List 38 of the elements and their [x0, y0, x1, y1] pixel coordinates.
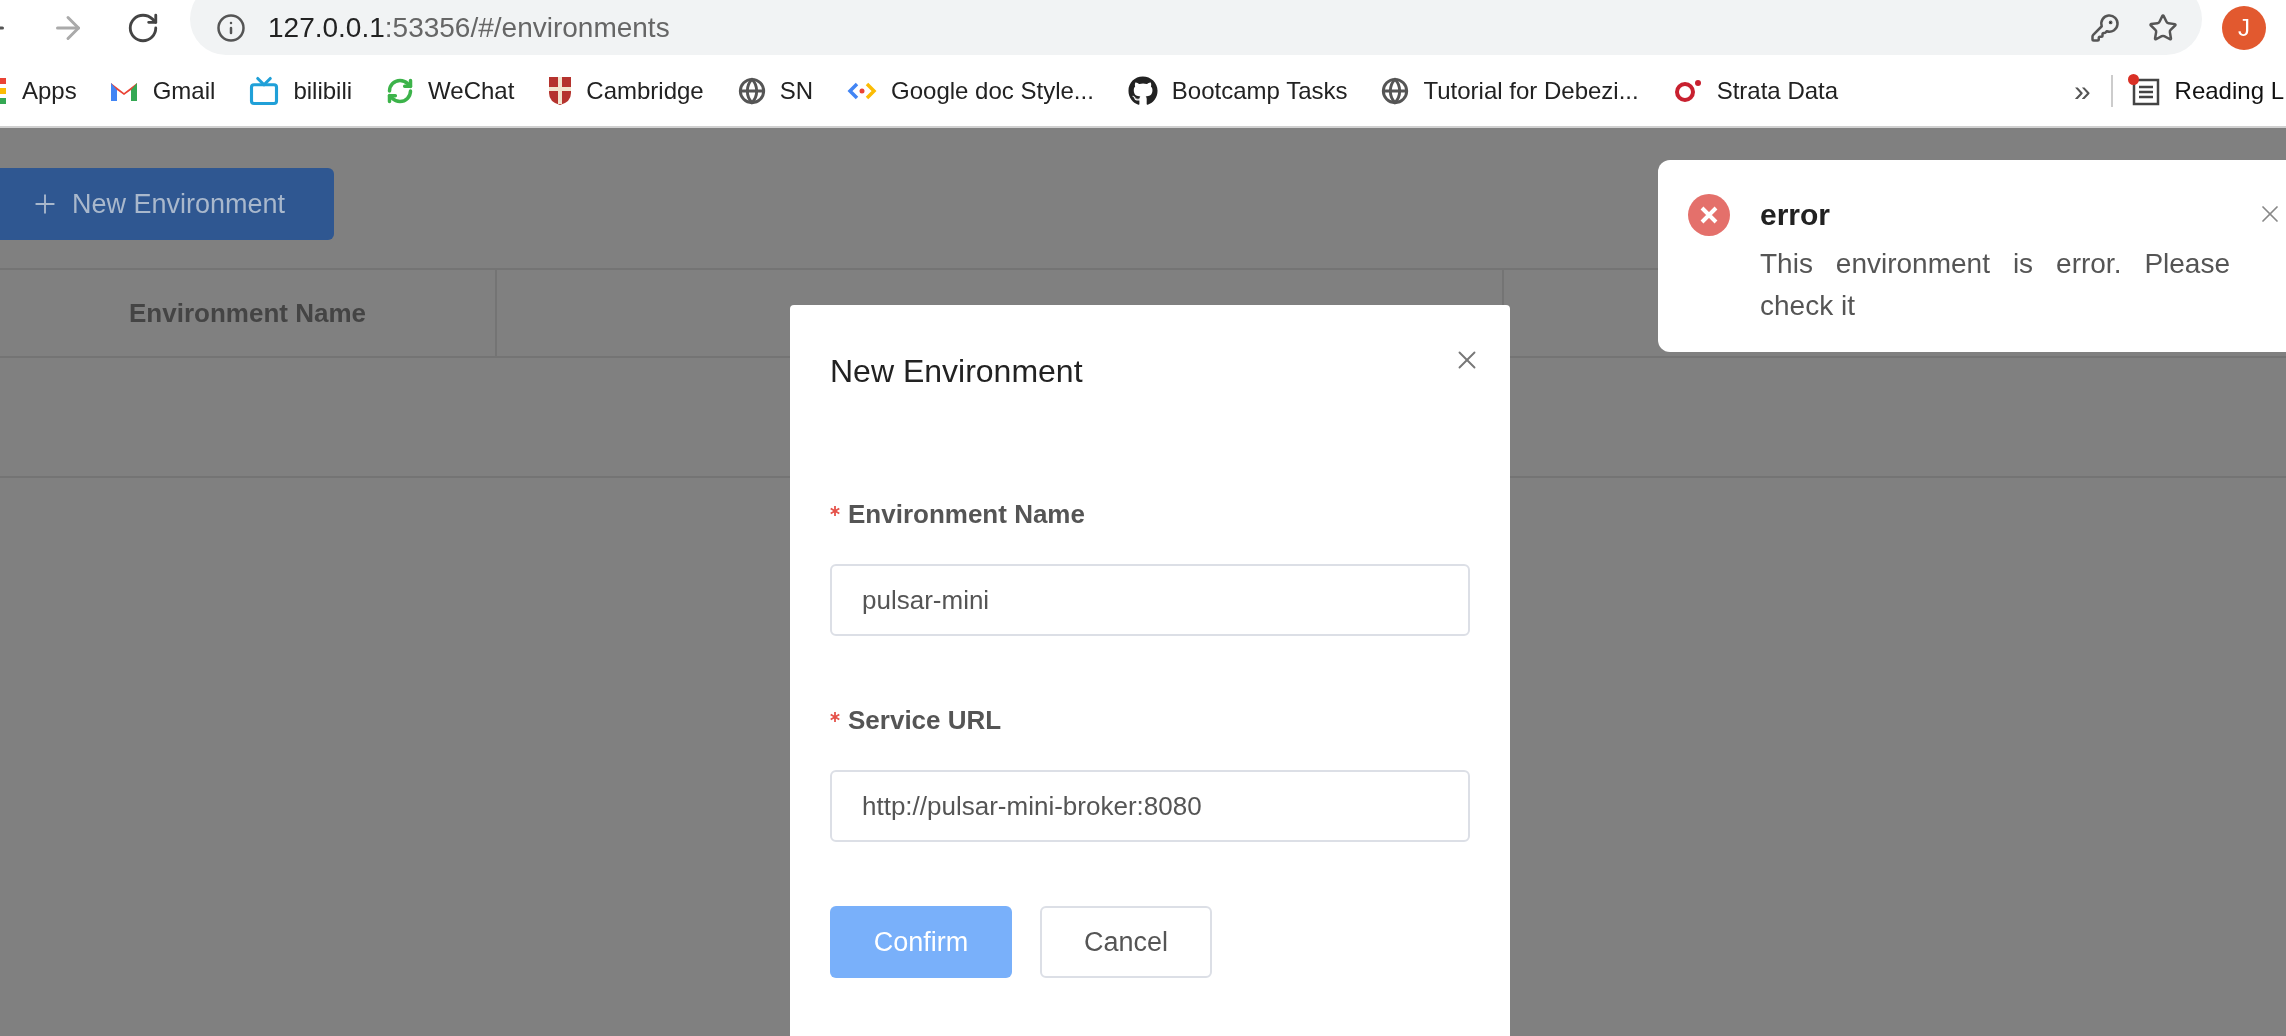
grid-icon [0, 77, 8, 104]
profile-avatar[interactable]: J [2222, 5, 2266, 50]
arrows-icon [386, 76, 415, 105]
globe-icon [1381, 76, 1410, 105]
key-icon[interactable] [2090, 12, 2120, 43]
field-label: Service URL [848, 704, 1002, 737]
field-label: Environment Name [848, 498, 1085, 531]
url-text: 127.0.0.1:53356/#/environments [268, 10, 670, 45]
info-icon[interactable] [216, 12, 246, 43]
bookmarks-overflow[interactable]: » [2073, 68, 2091, 113]
text-input[interactable]: pulsar-mini [830, 564, 1470, 636]
bookmark-link[interactable]: Strata Data [1716, 72, 1839, 109]
shield-icon [548, 75, 573, 106]
globe-icon [737, 76, 766, 105]
tv-icon [249, 75, 280, 106]
code-icon [847, 80, 878, 101]
modal-title: New Environment [830, 352, 1083, 391]
bookmark-link[interactable]: Tutorial for Debezi... [1423, 72, 1639, 109]
star-icon[interactable] [2148, 12, 2178, 43]
reading-list-label[interactable]: Reading L [2174, 72, 2284, 109]
cancel-button[interactable]: Cancel [1040, 906, 1212, 978]
cat-silhouette-icon [1127, 75, 1158, 106]
bookmark-link[interactable]: Gmail [152, 72, 216, 109]
notification-title: error [1760, 197, 1832, 233]
new-environment-button[interactable]: New Environment [0, 168, 334, 240]
address-bar[interactable]: 127.0.0.1:53356/#/environments [190, 0, 2202, 55]
bookmark-link[interactable]: SN [779, 72, 814, 109]
notification-message: This environment is error. Please check it [1760, 247, 2230, 323]
bookmark-link[interactable]: Cambridge [586, 72, 704, 109]
bookmark-link[interactable]: Bootcamp Tasks [1171, 72, 1348, 109]
text-input[interactable]: http://pulsar-mini-broker:8080 [830, 770, 1470, 842]
ring-icon [1672, 77, 1703, 104]
error-icon [1688, 194, 1730, 236]
bookmark-link[interactable]: bilibili [293, 72, 353, 109]
column-header: Environment Name [0, 270, 497, 356]
bookmark-link[interactable]: Google doc Style... [891, 72, 1094, 109]
bookmark-link[interactable]: WeChat [428, 72, 515, 109]
bookmark-link[interactable]: Apps [22, 72, 77, 109]
